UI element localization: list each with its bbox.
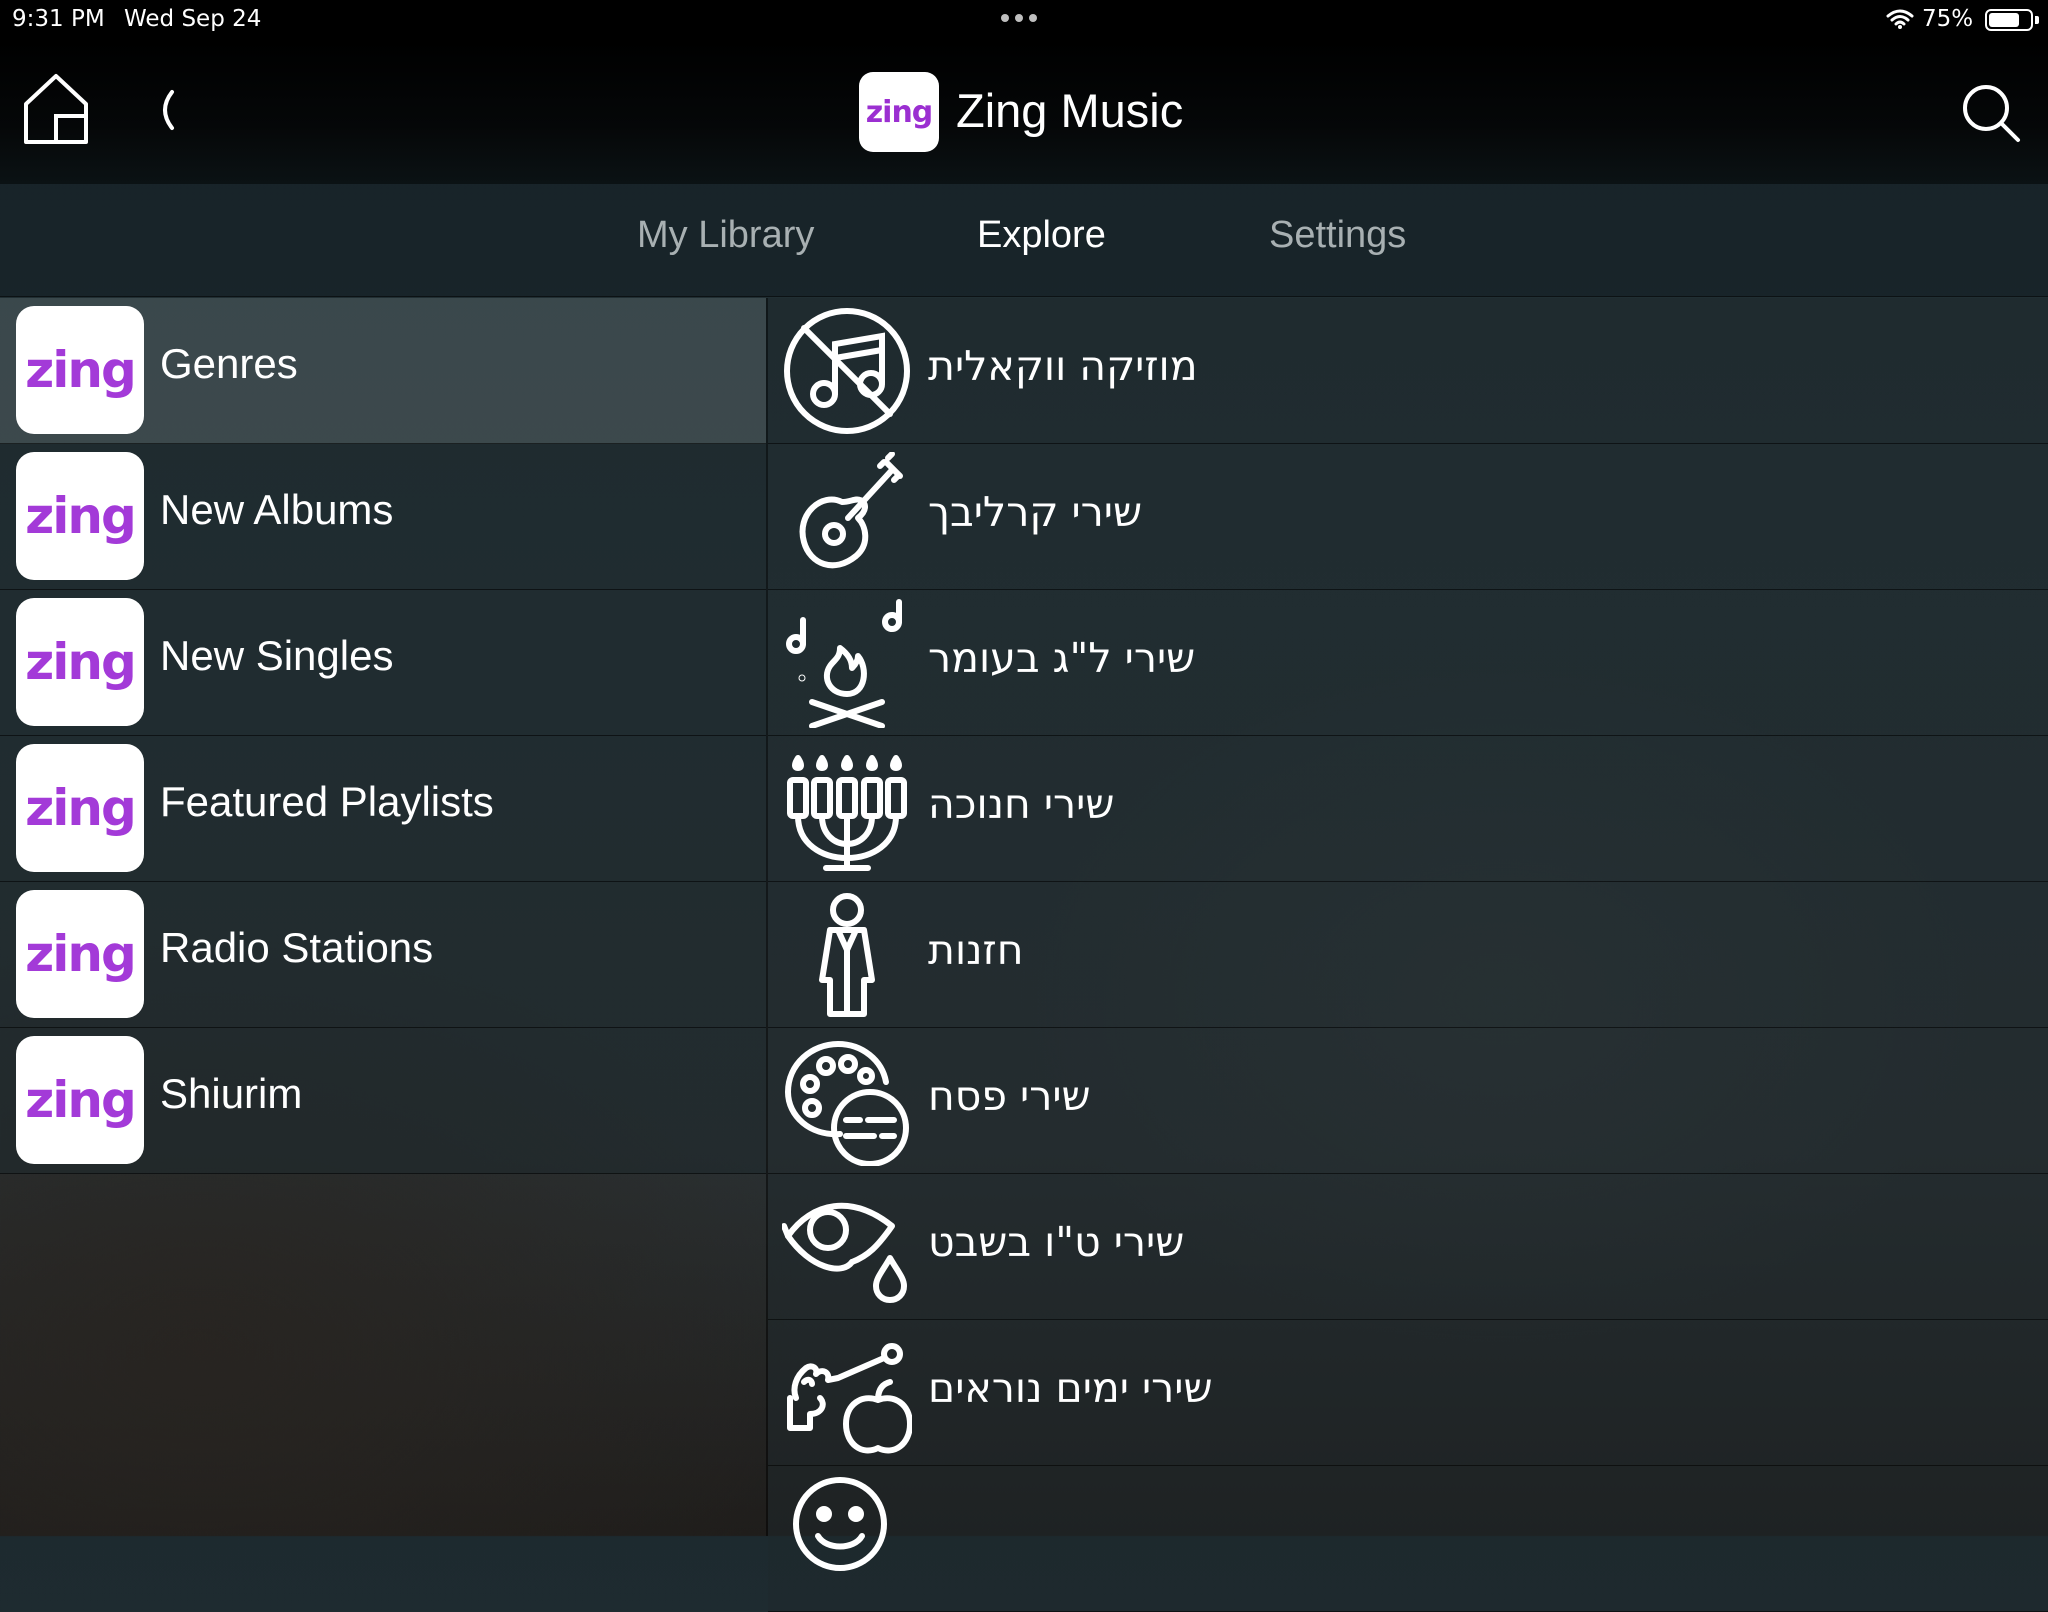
home-icon[interactable] (22, 70, 90, 146)
genre-label: שירי ט"ו בשבט (928, 1218, 1185, 1266)
bonfire-icon (782, 598, 912, 729)
status-bar: 9:31 PM Wed Sep 24 75% (0, 0, 2048, 40)
genre-label: שירי פסח (928, 1072, 1091, 1120)
zing-logo-text: zing (25, 1071, 137, 1129)
tab-my-library[interactable]: My Library (637, 214, 814, 257)
zing-logo-icon: zing (16, 890, 144, 1018)
category-item-shiurim[interactable]: zing Shiurim (0, 1028, 766, 1174)
page-title: Zing Music (956, 84, 1184, 137)
zing-logo-text: zing (25, 633, 137, 691)
category-item-radio-stations[interactable]: zing Radio Stations (0, 882, 766, 1028)
category-item-new-singles[interactable]: zing New Singles (0, 590, 766, 736)
zing-logo-icon: zing (16, 306, 144, 434)
chevron-left-icon[interactable] (150, 88, 180, 132)
genre-label: שירי ל"ג בעומר (928, 634, 1196, 682)
cantor-icon (782, 890, 912, 1020)
zing-logo-icon: zing (16, 744, 144, 872)
seder-plate-icon (782, 1036, 912, 1167)
category-label: New Singles (160, 632, 394, 679)
search-icon[interactable] (1960, 82, 2022, 144)
category-list: zing Genres zing New Albums zing New Sin… (0, 298, 766, 1174)
category-label: Radio Stations (160, 924, 434, 971)
genre-label: חזנות (928, 926, 1024, 974)
zing-logo-text: zing (25, 925, 137, 983)
multitasking-dots-icon[interactable] (1001, 14, 1037, 22)
genre-item[interactable]: מוזיקה ווקאלית (768, 298, 2048, 444)
category-item-genres[interactable]: zing Genres (0, 298, 766, 444)
category-item-featured-playlists[interactable]: zing Featured Playlists (0, 736, 766, 882)
eye-drop-icon (781, 1182, 912, 1312)
shofar-apple-icon (782, 1328, 913, 1458)
category-label: Genres (160, 340, 298, 387)
genre-item[interactable]: שירי ל"ג בעומר (768, 590, 2048, 736)
genre-item[interactable]: חזנות (768, 882, 2048, 1028)
tab-explore[interactable]: Explore (977, 214, 1106, 257)
zing-logo-icon: zing (16, 452, 144, 580)
genre-item[interactable]: שירי קרליבך (768, 444, 2048, 590)
category-label: New Albums (160, 486, 394, 533)
zing-logo-icon: zing (16, 1036, 144, 1164)
genre-label: שירי קרליבך (928, 488, 1142, 536)
genre-item[interactable]: שירי חנוכה (768, 736, 2048, 882)
zing-logo-text: zing (25, 779, 137, 837)
app-logo: zing (859, 72, 939, 152)
genre-item[interactable]: שירי ט"ו בשבט (768, 1174, 2048, 1320)
menorah-icon (782, 744, 912, 874)
no-music-icon (782, 306, 912, 436)
category-item-new-albums[interactable]: zing New Albums (0, 444, 766, 590)
battery-icon (1985, 9, 2033, 31)
status-time: 9:31 PM (12, 6, 105, 32)
smiley-icon (782, 1474, 912, 1604)
status-date: Wed Sep 24 (124, 6, 262, 32)
genre-label: שירי ימים נוראים (928, 1364, 1213, 1412)
zing-logo-text: zing (25, 487, 137, 545)
tab-bar: My Library Explore Settings (0, 184, 2048, 297)
zing-logo-text: zing (25, 341, 137, 399)
genre-item[interactable] (768, 1466, 2048, 1612)
zing-logo-icon: zing (16, 598, 144, 726)
battery-percent: 75% (1922, 6, 1974, 32)
genre-item[interactable]: שירי ימים נוראים (768, 1320, 2048, 1466)
genre-list[interactable]: מוזיקה ווקאלית שירי קרליבך שירי ל"ג בעומ… (768, 298, 2048, 1612)
battery-tip (2035, 16, 2039, 24)
tab-settings[interactable]: Settings (1269, 214, 1406, 257)
genre-label: שירי חנוכה (928, 780, 1115, 828)
genre-label: מוזיקה ווקאלית (928, 342, 1198, 390)
genre-item[interactable]: שירי פסח (768, 1028, 2048, 1174)
wifi-icon (1886, 9, 1914, 29)
category-label: Featured Playlists (160, 778, 494, 825)
category-label: Shiurim (160, 1070, 303, 1117)
guitar-icon (782, 451, 912, 582)
app-logo-text: zing (865, 94, 934, 130)
